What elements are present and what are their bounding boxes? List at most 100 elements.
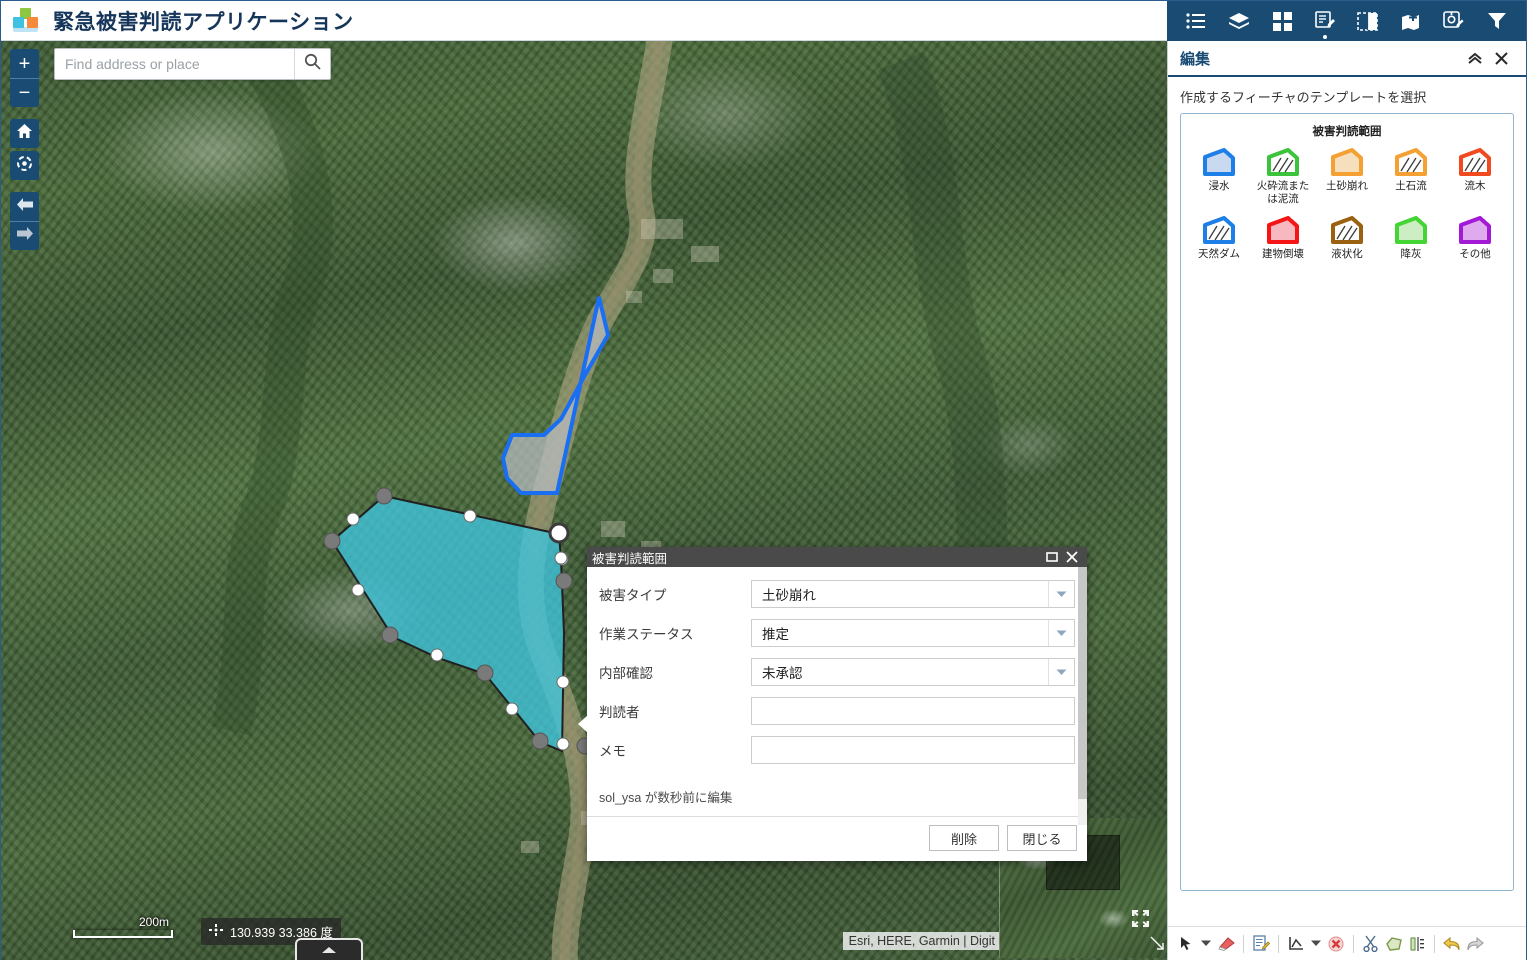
panel-close-button[interactable] bbox=[1488, 45, 1514, 71]
add-data-button[interactable] bbox=[1394, 4, 1428, 38]
template-item[interactable]: 土石流 bbox=[1379, 146, 1443, 208]
polygon-template-icon bbox=[1267, 215, 1299, 244]
internal-check-select[interactable] bbox=[751, 658, 1075, 686]
gear-edit-icon bbox=[1443, 11, 1464, 31]
midpoint-handles[interactable] bbox=[346, 509, 570, 751]
attribute-table-handle[interactable] bbox=[295, 938, 363, 960]
undo-tool[interactable] bbox=[1442, 933, 1462, 955]
edit-attributes-tool[interactable] bbox=[1251, 933, 1271, 955]
swipe-tool-button[interactable] bbox=[1351, 4, 1385, 38]
search-widget bbox=[54, 48, 331, 80]
toolbar-separator bbox=[1278, 934, 1279, 953]
template-item[interactable]: 建物倒壊 bbox=[1251, 214, 1315, 263]
template-label: 液状化 bbox=[1331, 247, 1363, 260]
toolbar-separator bbox=[1243, 934, 1244, 953]
chevron-down-icon[interactable] bbox=[1048, 659, 1074, 685]
form-row-internal-check: 内部確認 bbox=[599, 658, 1075, 686]
minus-icon: − bbox=[18, 82, 31, 104]
toolbar-separator bbox=[1434, 934, 1435, 953]
select-tool-dropdown[interactable] bbox=[1199, 933, 1213, 955]
app-header: 緊急被害判読アプリケーション bbox=[1, 1, 1169, 41]
chevron-down-icon[interactable] bbox=[1048, 581, 1074, 607]
basemap-gallery-button[interactable] bbox=[1265, 4, 1299, 38]
popup-scrollbar[interactable] bbox=[1078, 567, 1087, 825]
form-row-damage-type: 被害タイプ bbox=[599, 580, 1075, 608]
close-button[interactable]: 閉じる bbox=[1007, 825, 1077, 851]
select-tool[interactable] bbox=[1176, 933, 1196, 955]
template-item[interactable]: 流木 bbox=[1443, 146, 1507, 208]
memo-field[interactable] bbox=[751, 736, 1075, 764]
expand-icon[interactable] bbox=[1132, 910, 1149, 932]
feature-polygon-flood[interactable] bbox=[500, 296, 611, 495]
panel-collapse-button[interactable] bbox=[1462, 45, 1488, 71]
attribute-table-button[interactable] bbox=[1179, 4, 1213, 38]
interpreter-field[interactable] bbox=[751, 697, 1075, 725]
edit-tool-button[interactable] bbox=[1308, 4, 1342, 39]
feature-polygon-selected[interactable] bbox=[330, 494, 566, 753]
delete-button[interactable]: 削除 bbox=[929, 825, 999, 851]
snapping-tool[interactable] bbox=[1286, 933, 1306, 955]
active-vertex-handle[interactable] bbox=[548, 522, 570, 544]
arrow-left-icon bbox=[16, 197, 34, 217]
locate-button[interactable] bbox=[10, 151, 39, 180]
field-label: 被害タイプ bbox=[599, 588, 667, 603]
settings-button[interactable] bbox=[1437, 4, 1471, 38]
snapping-dropdown[interactable] bbox=[1309, 933, 1323, 955]
template-group-title: 被害判読範囲 bbox=[1312, 126, 1382, 138]
template-item[interactable]: 火砕流または泥流 bbox=[1251, 146, 1315, 208]
edit-document-icon bbox=[1314, 11, 1336, 31]
resize-handle-icon[interactable] bbox=[1149, 935, 1165, 956]
template-item[interactable]: その他 bbox=[1443, 214, 1507, 263]
popup-maximize-button[interactable] bbox=[1042, 548, 1062, 566]
popup-form: 被害タイプ 作業ステータス 内部確認 bbox=[587, 567, 1087, 781]
search-input[interactable] bbox=[55, 49, 294, 79]
polygon-template-icon bbox=[1459, 148, 1491, 176]
template-item[interactable]: 天然ダム bbox=[1187, 214, 1251, 263]
search-icon bbox=[304, 53, 321, 75]
home-extent-button[interactable] bbox=[10, 119, 39, 148]
template-item[interactable]: 液状化 bbox=[1315, 214, 1379, 263]
list-icon bbox=[1186, 12, 1206, 30]
cut-tool[interactable] bbox=[1361, 933, 1381, 955]
next-extent-button[interactable] bbox=[10, 221, 39, 250]
previous-extent-button[interactable] bbox=[10, 192, 39, 221]
scale-bar-line bbox=[73, 930, 173, 938]
delete-feature-tool[interactable] bbox=[1326, 933, 1346, 955]
redo-tool[interactable] bbox=[1465, 933, 1485, 955]
template-item[interactable]: 降灰 bbox=[1379, 214, 1443, 263]
vertex-handles[interactable] bbox=[323, 487, 594, 755]
template-item[interactable]: 土砂崩れ bbox=[1315, 146, 1379, 208]
polygon-template-icon bbox=[1395, 215, 1427, 244]
damage-type-select[interactable] bbox=[751, 580, 1075, 608]
clear-selection-tool[interactable] bbox=[1216, 933, 1236, 955]
reshape-tool[interactable] bbox=[1384, 933, 1404, 955]
search-button[interactable] bbox=[294, 49, 330, 79]
chevron-down-icon[interactable] bbox=[1048, 620, 1074, 646]
edit-panel-body: 作成するフィーチャのテンプレートを選択 被害判読範囲 浸水 火砕流または泥流 土砂崩… bbox=[1168, 77, 1526, 926]
form-row-work-status: 作業ステータス bbox=[599, 619, 1075, 647]
chevron-up-icon bbox=[321, 941, 337, 959]
template-grid: 浸水 火砕流または泥流 土砂崩れ 土石流 流木天然ダム 建物倒壊 液状化 降灰 その他 bbox=[1187, 146, 1507, 262]
filter-icon bbox=[1487, 12, 1507, 30]
popup-close-button[interactable] bbox=[1062, 548, 1082, 566]
filter-button[interactable] bbox=[1480, 4, 1514, 38]
zoom-in-button[interactable]: + bbox=[10, 49, 39, 78]
layers-icon bbox=[1228, 12, 1250, 31]
edit-toolbar bbox=[1168, 926, 1526, 960]
split-tool[interactable] bbox=[1407, 933, 1427, 955]
polygon-template-icon bbox=[1331, 148, 1363, 176]
basemap-grid-icon bbox=[1272, 11, 1292, 31]
zoom-controls: + − bbox=[10, 49, 39, 107]
popup-scrollbar-thumb[interactable] bbox=[1078, 567, 1087, 799]
cubes-logo-icon bbox=[11, 6, 41, 36]
layer-list-button[interactable] bbox=[1222, 4, 1256, 38]
work-status-select[interactable] bbox=[751, 619, 1075, 647]
polygon-template-icon bbox=[1331, 215, 1363, 244]
template-item[interactable]: 浸水 bbox=[1187, 146, 1251, 208]
template-label: 浸水 bbox=[1208, 180, 1230, 192]
edit-panel-title: 編集 bbox=[1180, 50, 1211, 68]
polygon-template-icon bbox=[1267, 148, 1299, 176]
popup-title: 被害判読範囲 bbox=[592, 551, 668, 566]
polygon-template-icon bbox=[1459, 215, 1491, 244]
zoom-out-button[interactable]: − bbox=[10, 78, 39, 107]
